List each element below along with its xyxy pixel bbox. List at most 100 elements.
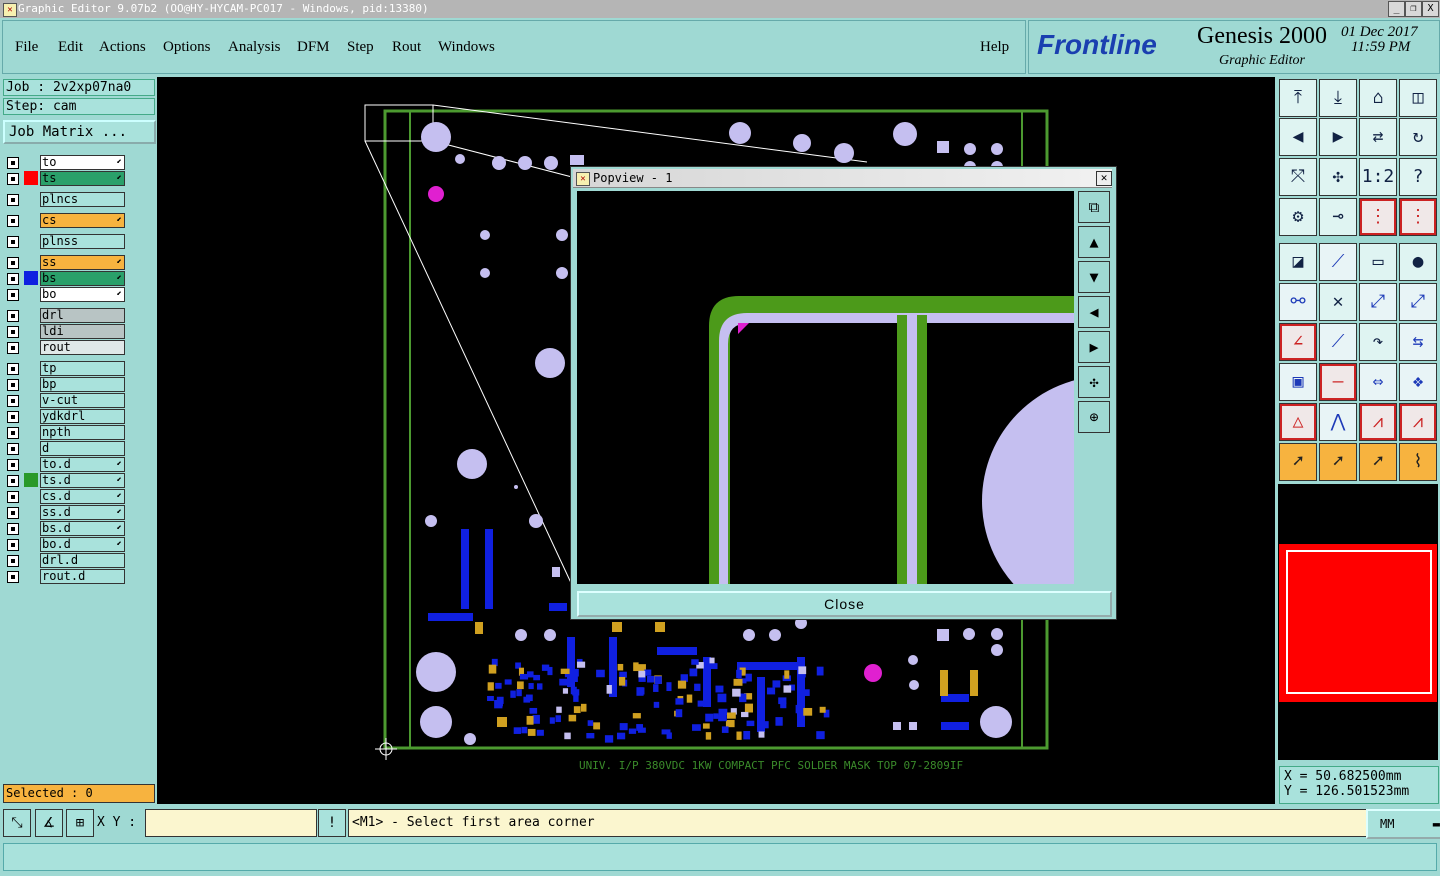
close-window-button[interactable]: X xyxy=(1422,1,1439,17)
menu-help[interactable]: Help xyxy=(980,39,1009,56)
menu-edit[interactable]: Edit xyxy=(58,39,83,56)
layer-row[interactable]: ss.d ⬋ xyxy=(4,505,125,520)
layer-row[interactable]: plnss xyxy=(4,234,125,249)
layer-name[interactable]: bs.d ⬋ xyxy=(40,521,125,536)
layer-filter-icon[interactable]: ⋮ xyxy=(1359,198,1397,236)
copy-pad-icon[interactable]: ▣ xyxy=(1279,363,1317,401)
triangle-icon[interactable]: △ xyxy=(1279,403,1317,441)
layer-row[interactable]: cs.d ⬋ xyxy=(4,489,125,504)
swap-icon[interactable]: ⇄ xyxy=(1359,118,1397,156)
layer-name[interactable]: to.d ⬋ xyxy=(40,457,125,472)
layer-name[interactable]: v-cut xyxy=(40,393,125,408)
layer-checkbox[interactable] xyxy=(7,326,19,338)
arc-icon[interactable]: ↷ xyxy=(1359,323,1397,361)
measure-icon[interactable]: ▭ xyxy=(1359,243,1397,281)
layer-filter-alt-icon[interactable]: ⋮ xyxy=(1399,198,1437,236)
layer-row[interactable]: tp xyxy=(4,361,125,376)
maximize-button[interactable]: ❐ xyxy=(1405,1,1422,17)
home-icon[interactable]: ⌂ xyxy=(1359,79,1397,117)
popview-pan-up-icon[interactable]: ▲ xyxy=(1078,226,1110,258)
layer-checkbox[interactable] xyxy=(7,157,19,169)
unit-select[interactable]: MM ▬ xyxy=(1366,809,1440,839)
popview-pan-left-icon[interactable]: ◀ xyxy=(1078,296,1110,328)
layer-row[interactable]: ts ⬋ xyxy=(4,171,125,186)
layer-row[interactable]: ss ⬋ xyxy=(4,255,125,270)
arch-icon[interactable]: ⩘ xyxy=(1359,403,1397,441)
export-down-icon[interactable]: ⤓ xyxy=(1319,79,1357,117)
overview-map[interactable] xyxy=(1279,544,1437,702)
layer-row[interactable]: bo.d ⬋ xyxy=(4,537,125,552)
overview-viewport[interactable] xyxy=(1286,550,1432,694)
minimize-button[interactable]: _ xyxy=(1388,1,1405,17)
zoom-fit-icon[interactable]: ⤧ xyxy=(1279,158,1317,196)
layer-name[interactable]: ss ⬋ xyxy=(40,255,125,270)
popview-canvas[interactable] xyxy=(577,191,1074,584)
layer-name[interactable]: plncs xyxy=(40,192,125,207)
layer-row[interactable]: d xyxy=(4,441,125,456)
scale-ratio-icon[interactable]: 1:2 xyxy=(1359,158,1397,196)
layer-checkbox[interactable] xyxy=(7,523,19,535)
peak-icon[interactable]: ⋀ xyxy=(1319,403,1357,441)
layer-name[interactable]: rout.d xyxy=(40,569,125,584)
menu-options[interactable]: Options xyxy=(163,39,211,56)
window-split-icon[interactable]: ◫ xyxy=(1399,79,1437,117)
layer-name[interactable]: bo.d ⬋ xyxy=(40,537,125,552)
layer-name[interactable]: to ⬋ xyxy=(40,155,125,170)
layer-row[interactable]: to.d ⬋ xyxy=(4,457,125,472)
move-point-icon[interactable]: ⤢ xyxy=(1359,283,1397,321)
layer-row[interactable]: drl xyxy=(4,308,125,323)
layer-row[interactable]: ldi xyxy=(4,324,125,339)
layer-checkbox[interactable] xyxy=(7,236,19,248)
menu-windows[interactable]: Windows xyxy=(438,39,495,56)
pad-icon[interactable]: ● xyxy=(1399,243,1437,281)
layer-name[interactable]: bs ⬋ xyxy=(40,271,125,286)
layer-checkbox[interactable] xyxy=(7,571,19,583)
info-icon[interactable]: ! xyxy=(318,809,346,837)
delete-icon[interactable]: ✕ xyxy=(1319,283,1357,321)
route-icon[interactable]: ⌇ xyxy=(1399,443,1437,481)
layer-row[interactable]: drl.d xyxy=(4,553,125,568)
popview-pan-down-icon[interactable]: ▼ xyxy=(1078,261,1110,293)
layer-name[interactable]: drl xyxy=(40,308,125,323)
pan-left-icon[interactable]: ◀ xyxy=(1279,118,1317,156)
layer-checkbox[interactable] xyxy=(7,173,19,185)
layer-row[interactable]: plncs xyxy=(4,192,125,207)
flip-icon[interactable]: ⇆ xyxy=(1399,323,1437,361)
layer-checkbox[interactable] xyxy=(7,257,19,269)
layer-checkbox[interactable] xyxy=(7,491,19,503)
settings-icon[interactable]: ⚙ xyxy=(1279,198,1317,236)
job-matrix-button[interactable]: Job Matrix ... xyxy=(3,120,156,144)
layer-row[interactable]: npth xyxy=(4,425,125,440)
layer-checkbox[interactable] xyxy=(7,411,19,423)
menu-dfm[interactable]: DFM xyxy=(297,39,330,56)
layer-row[interactable]: rout xyxy=(4,340,125,355)
layer-checkbox[interactable] xyxy=(7,507,19,519)
layer-name[interactable]: cs.d ⬋ xyxy=(40,489,125,504)
popview-zoom[interactable] xyxy=(577,191,1074,584)
layer-checkbox[interactable] xyxy=(7,215,19,227)
probe-icon[interactable]: ⊸ xyxy=(1319,198,1357,236)
angle-snap-icon[interactable]: ∡ xyxy=(35,809,63,837)
layer-row[interactable]: bo ⬋ xyxy=(4,287,125,302)
layer-checkbox[interactable] xyxy=(7,273,19,285)
layer-checkbox[interactable] xyxy=(7,395,19,407)
arch-alt-icon[interactable]: ⩘ xyxy=(1399,403,1437,441)
cut-line-icon[interactable]: — xyxy=(1319,363,1357,401)
zoom-center-icon[interactable]: ✣ xyxy=(1319,158,1357,196)
layer-name[interactable]: ss.d ⬋ xyxy=(40,505,125,520)
layer-name[interactable]: d xyxy=(40,441,125,456)
layer-name[interactable]: cs ⬋ xyxy=(40,213,125,228)
menu-file[interactable]: File xyxy=(15,39,38,56)
draw-line-icon[interactable]: ⟋ xyxy=(1319,243,1357,281)
layer-name[interactable]: drl.d xyxy=(40,553,125,568)
layer-row[interactable]: rout.d xyxy=(4,569,125,584)
pan-right-icon[interactable]: ▶ xyxy=(1319,118,1357,156)
layer-checkbox[interactable] xyxy=(7,289,19,301)
layer-row[interactable]: to ⬋ xyxy=(4,155,125,170)
layer-row[interactable]: cs ⬋ xyxy=(4,213,125,228)
slope-icon[interactable]: ⟋ xyxy=(1319,323,1357,361)
layer-checkbox[interactable] xyxy=(7,427,19,439)
layer-name[interactable]: plnss xyxy=(40,234,125,249)
layer-name[interactable]: npth xyxy=(40,425,125,440)
select-feature-icon[interactable]: ◪ xyxy=(1279,243,1317,281)
